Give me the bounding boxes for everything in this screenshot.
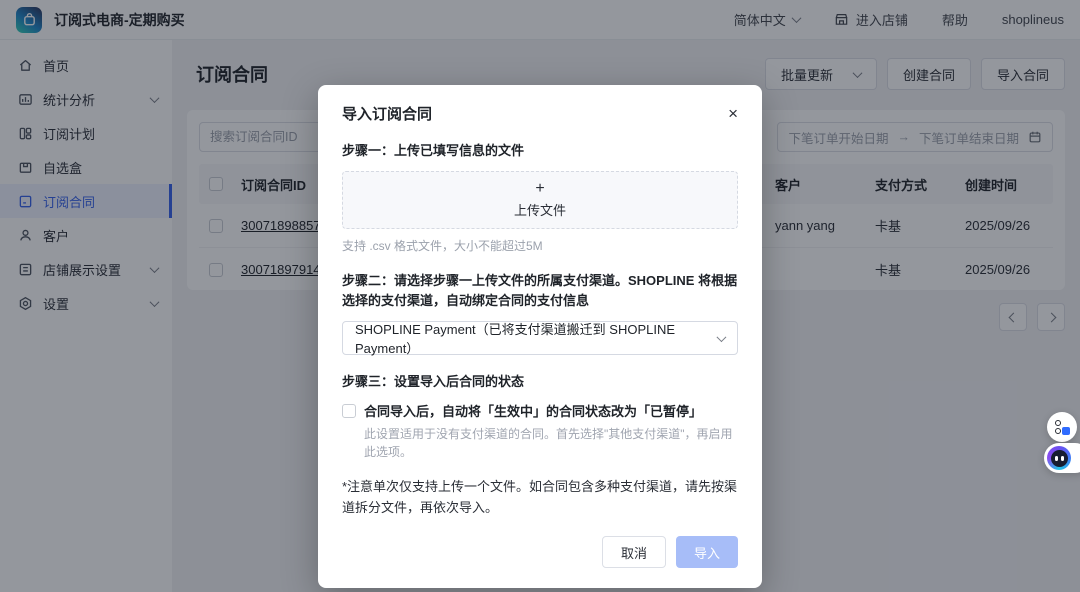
payment-channel-selected-value: SHOPLINE Payment（已将支付渠道搬迁到 SHOPLINE Paym…: [355, 319, 718, 357]
assistant-face-icon: [1047, 446, 1071, 470]
checkbox-hint: 此设置适用于没有支付渠道的合同。首先选择"其他支付渠道"，再启用此选项。: [364, 425, 738, 461]
upload-file-label: 上传文件: [514, 200, 566, 219]
pause-status-checkbox[interactable]: [342, 404, 356, 418]
payment-channel-select[interactable]: SHOPLINE Payment（已将支付渠道搬迁到 SHOPLINE Paym…: [342, 321, 738, 355]
step1-title: 步骤一：上传已填写信息的文件: [342, 141, 738, 161]
modal-title: 导入订阅合同: [342, 103, 432, 124]
upload-hint: 支持 .csv 格式文件，大小不能超过5M: [342, 237, 738, 254]
modal-note: *注意单次仅支持上传一个文件。如合同包含多种支付渠道，请先按渠道拆分文件，再依次…: [342, 477, 738, 519]
step3-title: 步骤三：设置导入后合同的状态: [342, 372, 738, 392]
close-icon[interactable]: ×: [728, 105, 738, 122]
pause-status-checkbox-label: 合同导入后，自动将「生效中」的合同状态改为「已暂停」: [364, 403, 702, 421]
apps-widget-button[interactable]: [1047, 412, 1077, 442]
step2-title: 步骤二：请选择步骤一上传文件的所属支付渠道。SHOPLINE 将根据选择的支付渠…: [342, 271, 738, 311]
apps-grid-icon: [1055, 420, 1070, 435]
upload-file-dropzone[interactable]: + 上传文件: [342, 171, 738, 229]
import-button[interactable]: 导入: [676, 536, 738, 568]
import-contract-modal: 导入订阅合同 × 步骤一：上传已填写信息的文件 + 上传文件 支持 .csv 格…: [318, 85, 762, 588]
assistant-widget-button[interactable]: [1044, 443, 1080, 473]
plus-icon: +: [535, 181, 544, 197]
cancel-button[interactable]: 取消: [602, 536, 666, 568]
